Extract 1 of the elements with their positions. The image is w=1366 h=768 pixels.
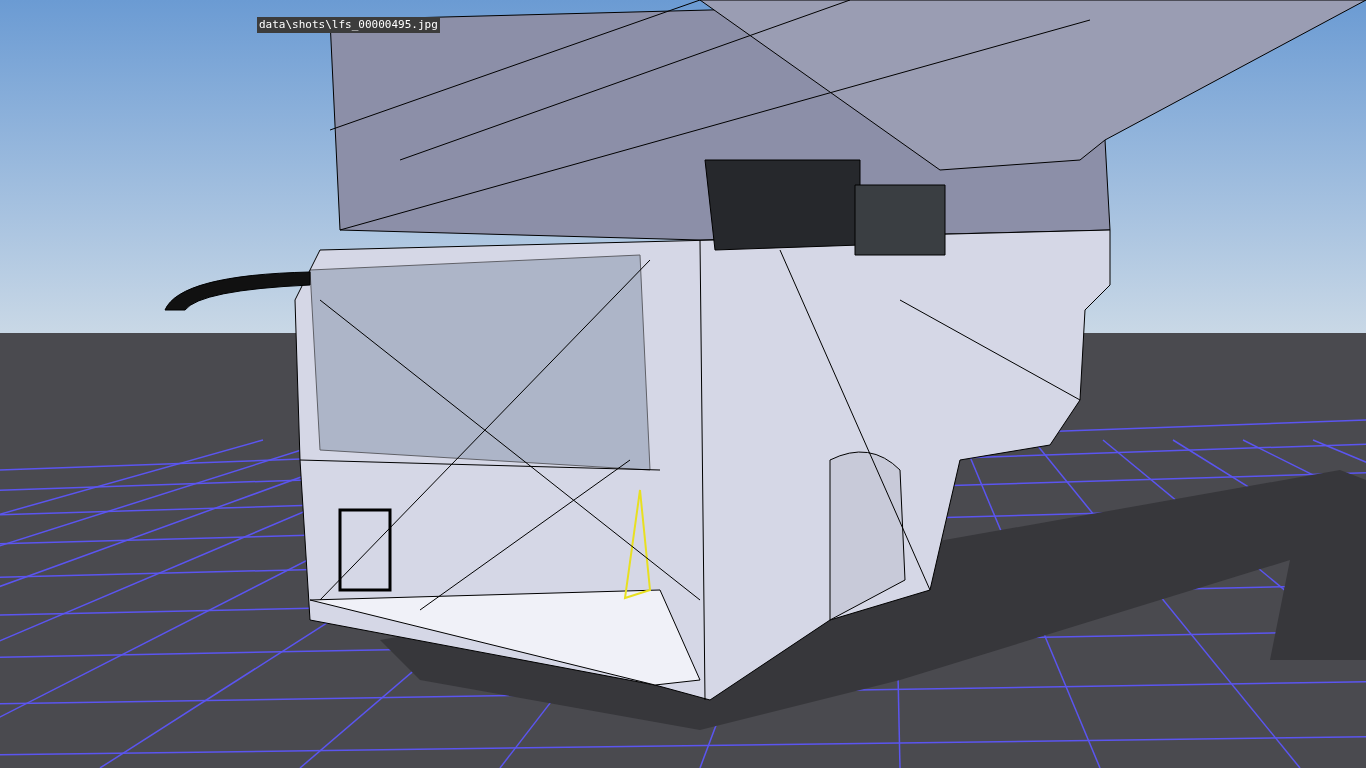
- file-path-caption: data\shots\lfs_00000495.jpg: [257, 17, 440, 33]
